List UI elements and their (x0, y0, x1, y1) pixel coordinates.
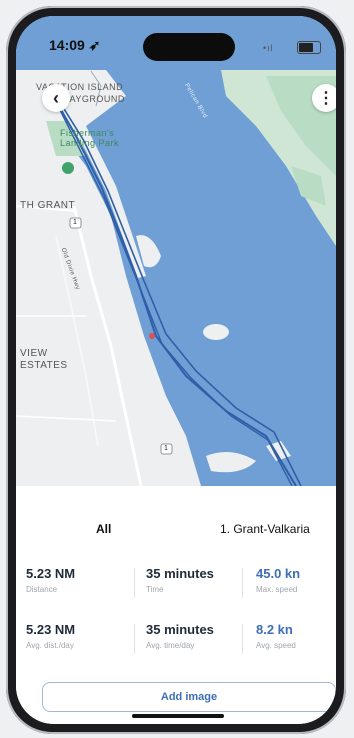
divider (134, 568, 135, 598)
stat-label: Avg. speed (256, 641, 296, 650)
divider (134, 624, 135, 654)
map-label-view: VIEW (20, 348, 48, 359)
stat-label: Avg. time/day (146, 641, 195, 650)
tab-all[interactable]: All (96, 522, 111, 536)
map-road-shield-1b: 1 (164, 445, 169, 452)
stat-label: Distance (26, 585, 58, 594)
status-time: 14:09 ➶ (49, 37, 101, 53)
status-bar: 14:09 ➶ •ıl (16, 16, 336, 70)
phone-frame: VACATION ISLAND LAYGROUND Fisherman's La… (6, 6, 346, 734)
back-button[interactable]: ‹ (42, 84, 70, 112)
map-label-estates: ESTATES (20, 360, 68, 371)
home-indicator (132, 714, 224, 718)
trip-summary-sheet: All 1. Grant-Valkaria 5.23 NM Distance 3… (16, 486, 336, 724)
tab-segment[interactable]: 1. Grant-Valkaria (220, 522, 310, 536)
stat-value: 35 minutes (146, 566, 214, 581)
stat-value: 35 minutes (146, 622, 214, 637)
map-label-playground: LAYGROUND (64, 94, 125, 104)
stat-time: 35 minutes Time (146, 566, 246, 594)
divider (242, 624, 243, 654)
stat-label: Avg. dist./day (26, 641, 74, 650)
battery-icon (297, 41, 321, 54)
signal-icon: •ıl (263, 43, 274, 53)
stat-value: 5.23 NM (26, 622, 76, 637)
more-options-button[interactable]: ⋮ (312, 84, 336, 112)
stat-value: 45.0 kn (256, 566, 301, 581)
map-label-landing-park: Landing Park (60, 138, 120, 148)
stat-label: Time (146, 585, 164, 594)
map-label-fishermans: Fisherman's (60, 128, 115, 138)
divider (242, 568, 243, 598)
map-road-shield-1a: 1 (73, 219, 78, 226)
stat-max-speed: 45.0 kn Max. speed (256, 566, 336, 594)
add-image-button[interactable]: Add image (42, 682, 336, 712)
stat-avg-speed: 8.2 kn Avg. speed (256, 622, 336, 650)
more-vertical-icon: ⋮ (318, 90, 334, 107)
dynamic-island (143, 33, 235, 61)
screen: VACATION ISLAND LAYGROUND Fisherman's La… (16, 16, 336, 724)
stat-value: 5.23 NM (26, 566, 76, 581)
map-label-grant: TH GRANT (20, 200, 76, 211)
stat-avg-distance: 5.23 NM Avg. dist./day (26, 622, 126, 650)
stat-avg-time: 35 minutes Avg. time/day (146, 622, 246, 650)
stat-label: Max. speed (256, 585, 298, 594)
stat-value: 8.2 kn (256, 622, 293, 637)
stat-distance: 5.23 NM Distance (26, 566, 126, 594)
chevron-left-icon: ‹ (53, 87, 59, 108)
